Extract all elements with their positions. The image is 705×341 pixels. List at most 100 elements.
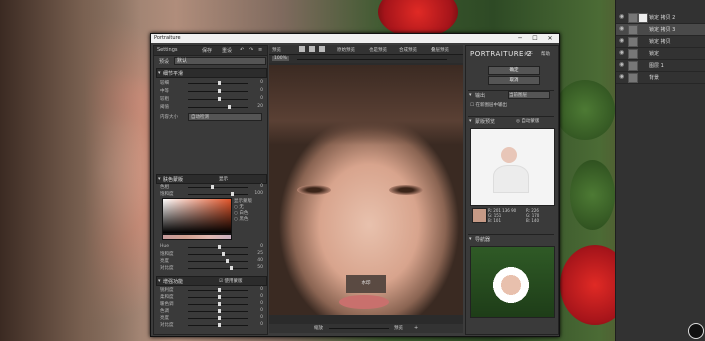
slider-track[interactable] bbox=[188, 254, 248, 255]
slider-row[interactable]: Hue 0 bbox=[156, 244, 265, 250]
slider-handle[interactable] bbox=[218, 316, 221, 320]
preset-select[interactable]: 默认 bbox=[174, 57, 266, 65]
section-detail[interactable]: ▾ 细节平滑 bbox=[156, 68, 267, 78]
color-picker-field[interactable] bbox=[162, 198, 232, 234]
split-view-icon[interactable] bbox=[309, 46, 315, 52]
preview-toggle[interactable]: 预览 bbox=[394, 325, 403, 331]
slider-row[interactable]: 对比度 50 bbox=[156, 265, 265, 271]
save-button[interactable]: 保存 bbox=[202, 47, 212, 54]
menu-icon[interactable]: ≡ bbox=[258, 47, 262, 53]
eye-icon[interactable]: ◉ bbox=[619, 74, 625, 80]
slider-row[interactable]: 色相 0 bbox=[156, 184, 265, 190]
section-skin[interactable]: ▾ 肤色蒙版 显示 bbox=[156, 174, 267, 184]
slider-handle[interactable] bbox=[230, 266, 233, 270]
slider-handle[interactable] bbox=[228, 105, 231, 109]
new-layer-checkbox[interactable]: ☐ 在新图层中输出 bbox=[470, 102, 507, 108]
single-view-icon[interactable] bbox=[299, 46, 305, 52]
cancel-button[interactable]: 取消 bbox=[488, 76, 540, 85]
auto-mask-toggle[interactable]: ◎ 自动蒙版 bbox=[516, 118, 539, 124]
collapse-icon[interactable]: ▾ bbox=[158, 278, 161, 284]
help-link[interactable]: 帮助 bbox=[541, 51, 550, 57]
slider-track[interactable] bbox=[188, 268, 248, 269]
slider-handle[interactable] bbox=[218, 323, 221, 327]
grid-view-icon[interactable] bbox=[319, 46, 325, 52]
slider-row[interactable]: 饱和度 100 bbox=[156, 191, 265, 197]
slider-row[interactable]: 色调 0 bbox=[156, 308, 265, 314]
slider-handle[interactable] bbox=[218, 81, 221, 85]
skin-mode-select[interactable]: 显示 bbox=[219, 176, 228, 182]
slider-row[interactable]: 亮度 40 bbox=[156, 258, 265, 264]
slider-row[interactable]: 饱和度 25 bbox=[156, 251, 265, 257]
preview-slider[interactable] bbox=[329, 328, 389, 329]
eye-icon[interactable]: ◉ bbox=[619, 14, 625, 20]
slider-handle[interactable] bbox=[218, 245, 221, 249]
reset-button[interactable]: 重设 bbox=[222, 47, 232, 54]
navigator-thumbnail[interactable] bbox=[470, 246, 555, 318]
slider-handle[interactable] bbox=[222, 252, 225, 256]
view-option-original[interactable]: 原始预览 bbox=[337, 47, 355, 53]
slider-track[interactable] bbox=[188, 194, 248, 195]
slider-row[interactable]: 锐利度 0 bbox=[156, 287, 265, 293]
slider-handle[interactable] bbox=[218, 295, 221, 299]
slider-row[interactable]: 对比度 0 bbox=[156, 322, 265, 328]
zoom-out-button[interactable]: 缩放 bbox=[314, 325, 323, 331]
collapse-icon[interactable]: ▾ bbox=[158, 70, 161, 76]
layer-row[interactable]: ◉ 图层 1 bbox=[616, 60, 705, 72]
slider-handle[interactable] bbox=[218, 309, 221, 313]
maximize-button[interactable]: ☐ bbox=[528, 34, 542, 43]
zoom-in-button[interactable]: + bbox=[414, 325, 418, 331]
zoom-select[interactable]: 100% bbox=[272, 56, 289, 61]
layer-row[interactable]: ◉ 背景 bbox=[616, 72, 705, 84]
zoom-slider-track[interactable] bbox=[297, 59, 447, 60]
preview-image[interactable]: 水印 bbox=[269, 65, 463, 315]
eye-icon[interactable]: ◉ bbox=[619, 62, 625, 68]
slider-row[interactable]: 阈值 20 bbox=[156, 104, 265, 110]
ok-button[interactable]: 确定 bbox=[488, 66, 540, 75]
collapse-icon[interactable]: ▾ bbox=[158, 176, 161, 182]
layer-row-selected[interactable]: ◉ 锁定 拷贝 3 bbox=[616, 24, 705, 36]
radio-black[interactable]: ○ 黑色 bbox=[234, 216, 264, 222]
slider-track[interactable] bbox=[188, 107, 248, 108]
slider-track[interactable] bbox=[188, 261, 248, 262]
redo-icon[interactable]: ↷ bbox=[249, 47, 253, 53]
slider-handle[interactable] bbox=[218, 89, 221, 93]
search-icon[interactable] bbox=[688, 323, 704, 339]
about-link[interactable]: 关于 bbox=[524, 51, 533, 57]
hue-strip[interactable] bbox=[162, 234, 232, 240]
collapse-icon[interactable]: ▾ bbox=[469, 236, 472, 242]
eye-icon[interactable]: ◉ bbox=[619, 50, 625, 56]
layer-row[interactable]: ◉ 锁定 bbox=[616, 48, 705, 60]
undo-icon[interactable]: ↶ bbox=[240, 47, 244, 53]
minimize-button[interactable]: ─ bbox=[513, 34, 527, 43]
layer-row[interactable]: ◉ 锁定 拷贝 bbox=[616, 36, 705, 48]
view-option-4[interactable]: 叠层预览 bbox=[431, 47, 449, 53]
size-select[interactable]: 自动检测 bbox=[188, 113, 262, 121]
slider-handle[interactable] bbox=[218, 288, 221, 292]
slider-handle[interactable] bbox=[226, 259, 229, 263]
slider-handle[interactable] bbox=[218, 302, 221, 306]
slider-row[interactable]: 中等 0 bbox=[156, 88, 265, 94]
slider-row[interactable]: 较粗 0 bbox=[156, 96, 265, 102]
slider-track[interactable] bbox=[188, 187, 248, 188]
layer-row[interactable]: ◉ 锁定 拷贝 2 bbox=[616, 12, 705, 24]
collapse-icon[interactable]: ▾ bbox=[469, 118, 472, 124]
slider-row[interactable]: 较细 0 bbox=[156, 80, 265, 86]
view-option-2[interactable]: 也是预览 bbox=[369, 47, 387, 53]
output-section[interactable]: ▾ 输出 当前图层 bbox=[468, 90, 554, 99]
output-select[interactable]: 当前图层 bbox=[508, 91, 550, 99]
view-option-3[interactable]: 合成预览 bbox=[399, 47, 417, 53]
close-button[interactable]: ✕ bbox=[543, 34, 557, 43]
slider-row[interactable]: 暖色调 0 bbox=[156, 301, 265, 307]
slider-handle[interactable] bbox=[231, 192, 234, 196]
eye-icon[interactable]: ◉ bbox=[619, 26, 625, 32]
size-row[interactable]: 内容大小 自动检测 bbox=[156, 113, 265, 121]
use-mask-checkbox[interactable]: ☑ 使用蒙版 bbox=[219, 278, 242, 284]
slider-row[interactable]: 亮度 0 bbox=[156, 315, 265, 321]
slider-row[interactable]: 柔和度 0 bbox=[156, 294, 265, 300]
eye-icon[interactable]: ◉ bbox=[619, 38, 625, 44]
collapse-icon[interactable]: ▾ bbox=[469, 92, 472, 98]
slider-handle[interactable] bbox=[218, 97, 221, 101]
skin-color-swatch[interactable] bbox=[472, 208, 487, 223]
slider-handle[interactable] bbox=[211, 185, 214, 189]
section-enhance[interactable]: ▾ 增强功能 ☑ 使用蒙版 bbox=[156, 276, 267, 286]
